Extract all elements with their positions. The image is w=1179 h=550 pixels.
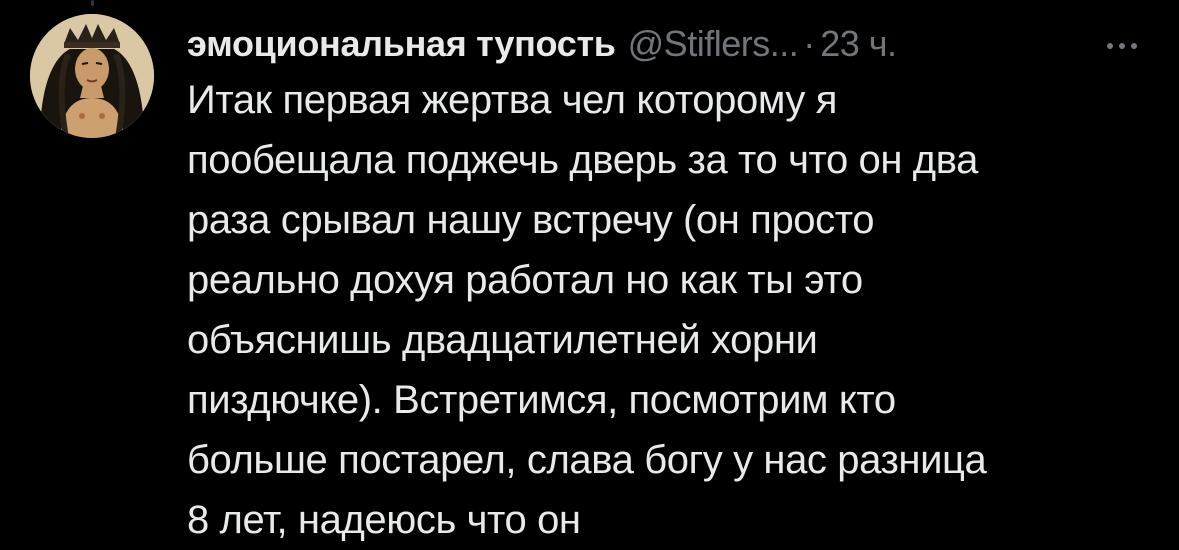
avatar[interactable]: [30, 14, 154, 138]
tweet-text-line: пиздючке). Встретимся, посмотрим кто: [187, 378, 896, 422]
author-display-name[interactable]: эмоциональная тупость: [187, 18, 616, 70]
tweet-text-line: Итак первая жертва чел которому я: [187, 78, 837, 122]
thread-connector-line: [91, 0, 94, 6]
header-separator: ·: [803, 23, 816, 64]
tweet-text-line: реально дохуя работал но как ты это: [187, 258, 863, 302]
tweet-text: Итак первая жертва чел которому я пообещ…: [187, 70, 1157, 550]
tweet-text-line: 8 лет, надеюсь что он: [187, 498, 581, 542]
tweet-text-line: больше постарел, слава богу у нас разниц…: [187, 438, 987, 482]
avatar-image: [30, 14, 154, 138]
tweet-text-line: пообещала поджечь дверь за то что он два: [187, 138, 978, 182]
tweet-timestamp[interactable]: 23 ч.: [820, 18, 897, 70]
more-horizontal-icon-dot: [1119, 43, 1125, 49]
tweet-text-line: объяснишь двадцатилетней хорни: [187, 318, 818, 362]
tweet-header: эмоциональная тупость @Stiflers... · 23 …: [187, 18, 1157, 70]
tweet-content: эмоциональная тупость @Stiflers... · 23 …: [187, 18, 1157, 550]
more-horizontal-icon: [1107, 43, 1113, 49]
tweet-text-line: раза срывал нашу встречу (он просто: [187, 198, 875, 242]
author-handle[interactable]: @Stiflers...: [628, 18, 799, 70]
more-options-button[interactable]: [1107, 26, 1137, 66]
more-horizontal-icon-dot: [1131, 43, 1137, 49]
